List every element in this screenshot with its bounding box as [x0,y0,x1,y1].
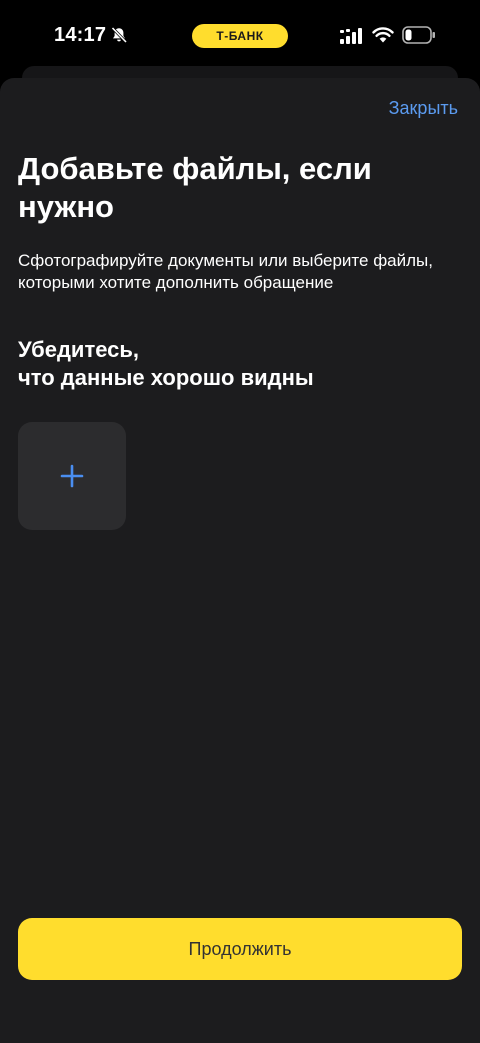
section-title-line1: Убедитесь, [18,337,140,362]
plus-icon [60,464,84,488]
battery-icon [402,26,435,44]
bell-slash-icon [111,26,128,44]
section-title: Убедитесь, что данные хорошо видны [18,336,458,392]
close-button[interactable]: Закрыть [389,98,458,119]
status-bar: 14:17 Т-БАНК [0,0,480,70]
signal-icon [340,28,362,44]
continue-button[interactable]: Продолжить [18,918,462,980]
status-time: 14:17 [54,24,107,46]
page-subtitle: Сфотографируйте документы или выберите ф… [18,251,433,292]
section-title-line2: что данные хорошо видны [18,365,314,390]
page-title: Добавьте файлы, если нужно [18,151,372,224]
wifi-icon [372,27,394,43]
bank-pill: Т-БАНК [192,24,288,48]
add-file-button[interactable] [18,422,126,530]
screen: 14:17 Т-БАНК Закрыть Добавьте файлы, есл… [0,0,480,1043]
